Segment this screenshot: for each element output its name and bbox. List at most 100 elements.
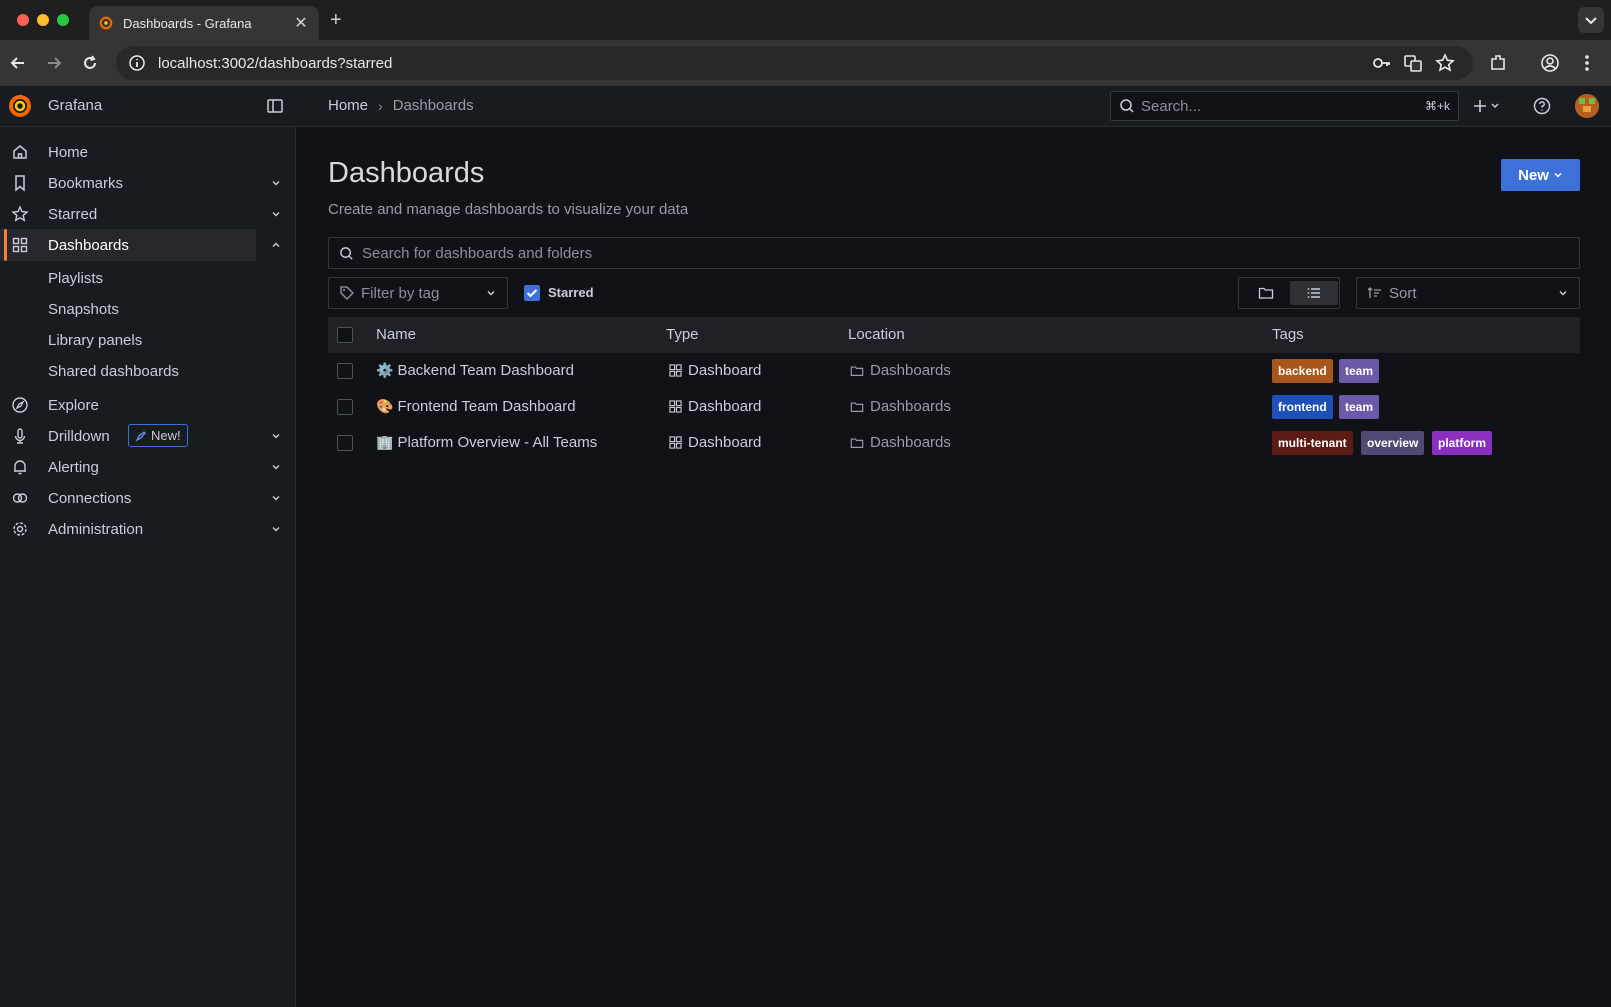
translate-icon[interactable]	[1402, 52, 1424, 74]
sidebar-item-starred[interactable]: Starred	[0, 198, 296, 230]
folder-icon	[850, 437, 864, 448]
add-new-icon[interactable]	[1470, 96, 1504, 116]
url-text: localhost:3002/dashboards?starred	[158, 54, 393, 72]
new-dashboard-button[interactable]: New	[1501, 159, 1580, 191]
dock-menu-icon[interactable]	[266, 97, 284, 115]
checkmark-icon	[526, 289, 538, 298]
bookmark-icon	[15, 175, 25, 192]
tag-team[interactable]: team	[1339, 395, 1380, 419]
sidebar-item-bookmarks[interactable]: Bookmarks	[0, 167, 296, 199]
type-cell: Dashboard	[669, 362, 761, 379]
starred-checkbox[interactable]	[524, 285, 540, 301]
chevron-up-icon[interactable]	[270, 239, 282, 251]
tag-overview[interactable]: overview	[1361, 431, 1425, 455]
type-label: Dashboard	[688, 398, 762, 415]
chevron-down-icon[interactable]	[270, 492, 282, 504]
sidebar-item-alerting[interactable]: Alerting	[0, 451, 296, 483]
sidebar-item-label: Drilldown	[48, 427, 110, 445]
close-tab-icon[interactable]: ✕	[293, 13, 309, 33]
dashboard-search-placeholder: Search for dashboards and folders	[362, 244, 593, 262]
location-label: Dashboards	[870, 362, 951, 379]
reload-icon[interactable]	[80, 53, 100, 73]
sidebar-item-drilldown[interactable]: Drilldown New!	[0, 420, 296, 452]
sort-select[interactable]: Sort	[1356, 277, 1580, 309]
chevron-down-icon[interactable]	[270, 177, 282, 189]
chevron-down-icon[interactable]	[270, 523, 282, 535]
folder-icon	[1258, 287, 1274, 299]
password-key-icon[interactable]	[1371, 52, 1393, 74]
sidebar-item-snapshots[interactable]: Snapshots	[48, 301, 119, 318]
sidebar-item-administration[interactable]: Administration	[0, 513, 296, 545]
sidebar-item-dashboards[interactable]: Dashboards	[0, 229, 280, 261]
folder-view-button[interactable]	[1242, 281, 1290, 305]
dashboard-link[interactable]: 🎨 Frontend Team Dashboard	[376, 398, 576, 415]
minimize-window-button[interactable]	[37, 14, 49, 26]
user-avatar[interactable]	[1575, 94, 1599, 118]
sidebar-item-playlists[interactable]: Playlists	[48, 270, 103, 287]
chevron-down-icon[interactable]	[270, 430, 282, 442]
list-icon	[1307, 288, 1320, 298]
chevron-down-icon[interactable]	[270, 208, 282, 220]
close-window-button[interactable]	[17, 14, 29, 26]
site-info-icon[interactable]	[128, 54, 146, 72]
tab-search-button[interactable]	[1578, 7, 1604, 33]
browser-tab[interactable]: Dashboards - Grafana ✕	[89, 6, 319, 40]
row-checkbox[interactable]	[337, 363, 353, 379]
help-icon[interactable]	[1532, 96, 1552, 116]
tag-filter-select[interactable]: Filter by tag	[328, 277, 508, 309]
sidebar-item-connections[interactable]: Connections	[0, 482, 296, 514]
dashboard-link[interactable]: 🏢 Platform Overview - All Teams	[376, 434, 597, 451]
new-badge: New!	[128, 424, 188, 447]
sidebar-item-explore[interactable]: Explore	[0, 389, 296, 421]
location-cell: Dashboards	[850, 434, 951, 451]
back-arrow-icon[interactable]	[8, 53, 28, 73]
tag-platform[interactable]: platform	[1432, 431, 1492, 455]
sidebar-item-label: Dashboards	[48, 236, 129, 254]
column-header-name[interactable]: Name	[376, 326, 416, 343]
chevron-down-icon[interactable]	[270, 461, 282, 473]
tag-backend[interactable]: backend	[1272, 359, 1333, 383]
grafana-logo-icon[interactable]	[7, 93, 33, 119]
select-all-checkbox[interactable]	[337, 327, 353, 343]
link-icon	[12, 493, 28, 503]
list-view-button[interactable]	[1290, 281, 1338, 305]
row-checkbox[interactable]	[337, 435, 353, 451]
browser-menu-icon[interactable]	[1576, 52, 1598, 74]
browser-tab-title: Dashboards - Grafana	[123, 15, 252, 31]
table-row[interactable]: 🏢 Platform Overview - All Teams Dashboar…	[328, 425, 1580, 461]
starred-checkbox-label[interactable]: Starred	[548, 285, 594, 300]
sort-placeholder: Sort	[1389, 284, 1417, 302]
tag-team[interactable]: team	[1339, 359, 1380, 383]
extensions-icon[interactable]	[1487, 52, 1509, 74]
apps-icon	[669, 364, 682, 377]
address-bar[interactable]: localhost:3002/dashboards?starred	[116, 46, 1473, 80]
tag-frontend[interactable]: frontend	[1272, 395, 1333, 419]
global-search-input[interactable]: Search... ⌘+k	[1110, 91, 1459, 121]
location-label: Dashboards	[870, 398, 951, 415]
maximize-window-button[interactable]	[57, 14, 69, 26]
bookmark-star-icon[interactable]	[1434, 52, 1456, 74]
dashboard-search-input[interactable]: Search for dashboards and folders	[328, 237, 1580, 269]
new-tab-icon[interactable]: +	[330, 9, 342, 32]
table-row[interactable]: 🎨 Frontend Team Dashboard Dashboard Dash…	[328, 389, 1580, 425]
column-header-location: Location	[848, 326, 905, 343]
dashboard-link[interactable]: ⚙️ Backend Team Dashboard	[376, 362, 574, 379]
tag-filter-placeholder: Filter by tag	[361, 284, 440, 302]
apps-icon	[12, 237, 28, 253]
sort-icon	[1367, 287, 1381, 298]
sidebar-item-library-panels[interactable]: Library panels	[48, 332, 142, 349]
sidebar-item-label: Administration	[48, 520, 144, 538]
office-building-emoji-icon: 🏢	[376, 434, 394, 450]
breadcrumb-home-link[interactable]: Home	[328, 97, 368, 114]
forward-arrow-icon[interactable]	[44, 53, 64, 73]
sidebar-item-home[interactable]: Home	[0, 136, 296, 168]
table-row[interactable]: ⚙️ Backend Team Dashboard Dashboard Dash…	[328, 353, 1580, 389]
tag-multi-tenant[interactable]: multi-tenant	[1272, 431, 1353, 455]
row-checkbox[interactable]	[337, 399, 353, 415]
column-header-type: Type	[666, 326, 699, 343]
profile-icon[interactable]	[1539, 52, 1561, 74]
compass-icon	[12, 397, 28, 413]
browser-tabbar: Dashboards - Grafana ✕ +	[0, 0, 1611, 40]
sidebar-item-shared-dashboards[interactable]: Shared dashboards	[48, 363, 179, 380]
folder-icon	[850, 401, 864, 412]
